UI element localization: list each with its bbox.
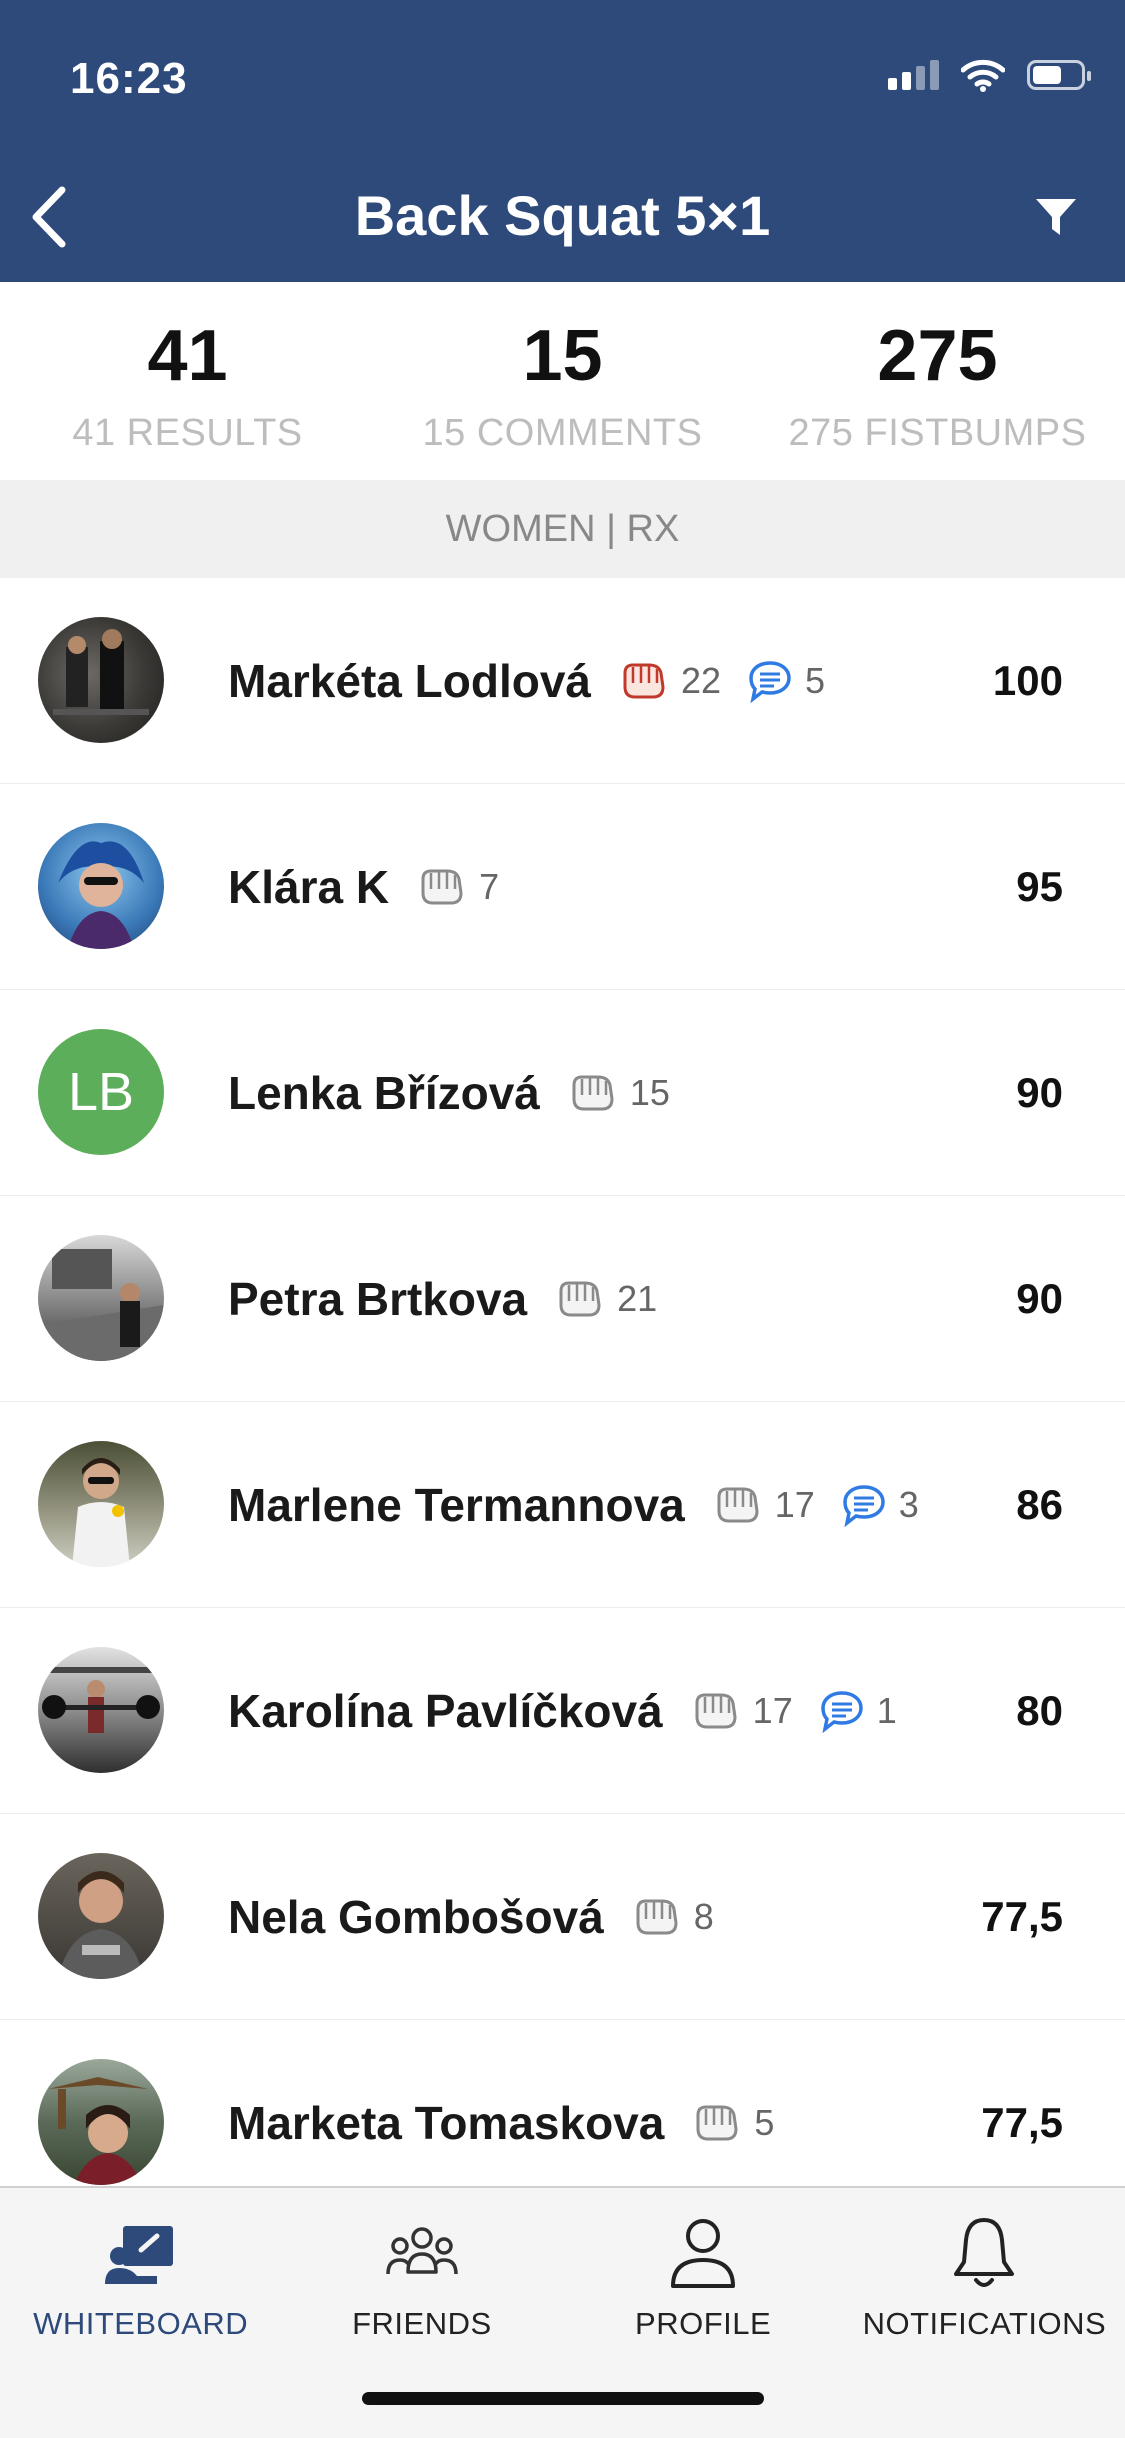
fistbump-count: 7 xyxy=(479,865,500,907)
stat-fistbumps[interactable]: 275 275 FISTBUMPS xyxy=(750,282,1125,480)
nav-label: WHITEBOARD xyxy=(33,2306,249,2341)
stat-value: 15 xyxy=(522,316,603,396)
avatar[interactable] xyxy=(38,1853,164,1979)
comment-icon[interactable] xyxy=(747,659,793,703)
fistbump-count: 17 xyxy=(752,1689,793,1731)
results-list: Markéta Lodlová 22 5 100 Klára K 7 95 LB xyxy=(0,578,1125,2226)
home-indicator[interactable] xyxy=(362,2392,764,2405)
avatar[interactable] xyxy=(38,617,164,743)
result-row[interactable]: LB Lenka Břízová 15 90 xyxy=(0,990,1125,1196)
athlete-name: Lenka Břízová xyxy=(228,1066,540,1119)
athlete-name: Nela Gombošová xyxy=(228,1890,604,1943)
fistbump-count: 5 xyxy=(754,2101,775,2143)
avatar-initials: LB xyxy=(67,1062,135,1122)
avatar[interactable] xyxy=(38,1235,164,1361)
comment-count: 1 xyxy=(876,1689,897,1731)
fistbump-icon[interactable] xyxy=(713,1485,763,1525)
fistbump-count: 8 xyxy=(693,1895,714,1937)
athlete-name: Marlene Termannova xyxy=(228,1478,685,1531)
nav-label: FRIENDS xyxy=(352,2306,492,2341)
page-title: Back Squat 5×1 xyxy=(354,184,771,247)
stats-bar: 41 41 RESULTS 15 15 COMMENTS 275 275 FIS… xyxy=(0,282,1125,480)
fistbump-count: 22 xyxy=(681,659,722,701)
comment-count: 5 xyxy=(805,659,826,701)
nav-whiteboard[interactable]: WHITEBOARD xyxy=(0,2188,281,2438)
result-row[interactable]: Markéta Lodlová 22 5 100 xyxy=(0,578,1125,784)
athlete-name: Klára K xyxy=(228,860,390,913)
nav-notifications[interactable]: NOTIFICATIONS xyxy=(844,2188,1125,2438)
avatar[interactable] xyxy=(38,2059,164,2185)
nav-label: PROFILE xyxy=(635,2306,772,2341)
avatar[interactable] xyxy=(38,823,164,949)
battery-icon xyxy=(1027,60,1091,90)
score-value: 100 xyxy=(992,657,1063,704)
comment-count: 3 xyxy=(898,1483,919,1525)
stat-label: 15 COMMENTS xyxy=(422,412,703,454)
score-value: 77,5 xyxy=(981,1893,1063,1940)
result-row[interactable]: Petra Brtkova 21 90 xyxy=(0,1196,1125,1402)
wifi-icon xyxy=(961,59,1005,92)
filter-icon[interactable] xyxy=(1032,193,1080,241)
score-value: 90 xyxy=(1016,1275,1063,1322)
fistbump-icon[interactable] xyxy=(632,1897,682,1937)
section-header: WOMEN | RX xyxy=(0,480,1125,578)
fistbump-icon[interactable] xyxy=(555,1279,605,1319)
whiteboard-icon xyxy=(104,2226,173,2284)
fistbump-count: 15 xyxy=(629,1071,670,1113)
score-value: 95 xyxy=(1016,863,1063,910)
athlete-name: Marketa Tomaskova xyxy=(228,2096,665,2149)
result-row[interactable]: Marlene Termannova 17 3 86 xyxy=(0,1402,1125,1608)
result-row[interactable]: Karolína Pavlíčková 17 1 80 xyxy=(0,1608,1125,1814)
athlete-name: Markéta Lodlová xyxy=(228,654,591,707)
score-value: 90 xyxy=(1016,1069,1063,1116)
header-bar: 16:23 Back Squat 5×1 xyxy=(0,0,1125,282)
status-icons xyxy=(888,58,1091,92)
stat-label: 41 RESULTS xyxy=(72,412,303,454)
avatar[interactable] xyxy=(38,1647,164,1773)
stat-results[interactable]: 41 41 RESULTS xyxy=(0,282,375,480)
signal-icon xyxy=(888,60,939,90)
avatar[interactable] xyxy=(38,1441,164,1567)
fistbump-icon[interactable] xyxy=(691,1691,741,1731)
bell-icon xyxy=(954,2218,1015,2287)
comment-icon[interactable] xyxy=(841,1483,887,1527)
stat-value: 41 xyxy=(147,316,228,396)
athlete-name: Petra Brtkova xyxy=(228,1272,528,1325)
athlete-name: Karolína Pavlíčková xyxy=(228,1684,663,1737)
avatar[interactable]: LB xyxy=(38,1029,164,1155)
comment-icon[interactable] xyxy=(819,1689,865,1733)
score-value: 80 xyxy=(1016,1687,1063,1734)
friends-icon xyxy=(386,2227,458,2275)
fistbump-icon[interactable] xyxy=(417,867,467,907)
profile-icon xyxy=(671,2219,736,2288)
stat-value: 275 xyxy=(877,316,998,396)
score-value: 86 xyxy=(1016,1481,1063,1528)
status-time: 16:23 xyxy=(70,54,188,103)
fistbump-icon[interactable] xyxy=(692,2103,742,2143)
stat-label: 275 FISTBUMPS xyxy=(788,412,1087,454)
result-row[interactable]: Nela Gombošová 8 77,5 xyxy=(0,1814,1125,2020)
stat-comments[interactable]: 15 15 COMMENTS xyxy=(375,282,750,480)
fistbump-count: 21 xyxy=(617,1277,658,1319)
fistbump-icon[interactable] xyxy=(568,1073,618,1113)
fistbump-icon-active[interactable] xyxy=(619,661,669,701)
result-row[interactable]: Klára K 7 95 xyxy=(0,784,1125,990)
fistbump-count: 17 xyxy=(774,1483,815,1525)
nav-label: NOTIFICATIONS xyxy=(862,2306,1107,2341)
